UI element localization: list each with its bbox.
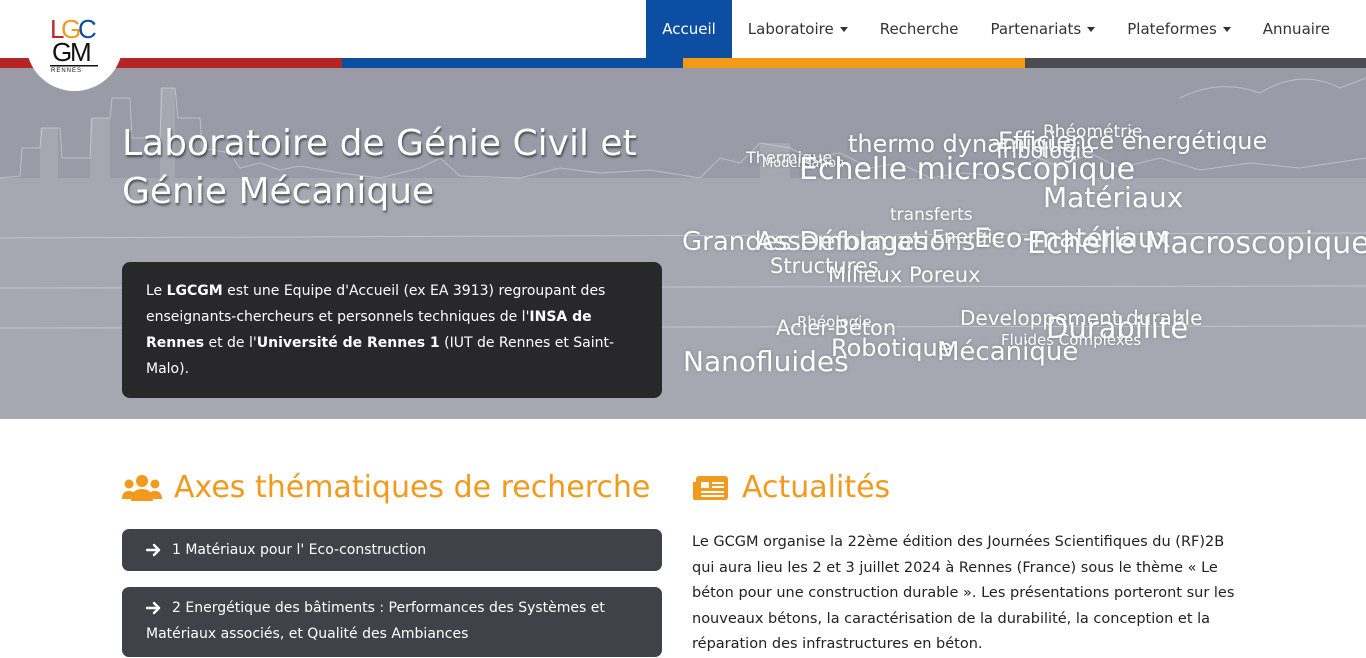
color-stripes (0, 58, 1366, 68)
nav-item-accueil[interactable]: Accueil (646, 0, 732, 58)
axis-item-label: 1 Matériaux pour l' Eco-construction (172, 542, 426, 558)
svg-text:RENNES: RENNES (51, 68, 82, 73)
svg-text:M: M (70, 37, 90, 67)
main-nav: Accueil Laboratoire Recherche Partenariats P… (646, 0, 1346, 58)
news-section-title: Actualités (692, 470, 890, 505)
stripe-orange (683, 58, 1025, 68)
stripe-blue (342, 58, 684, 68)
intro-text: et de l' (204, 335, 257, 351)
dropdown-caret-icon (1223, 27, 1231, 32)
lgcgm-logo[interactable]: L G C G M RENNES (50, 13, 100, 73)
word-cloud-item[interactable]: Nanofluides (683, 348, 849, 376)
word-cloud-item[interactable]: Matériaux (1043, 184, 1183, 212)
page-title: Laboratoire de Génie Civil et Génie Méca… (122, 120, 682, 216)
nav-item-label: Accueil (662, 20, 716, 38)
nav-item-label: Partenariats (990, 20, 1081, 38)
intro-box: Le LGCGM est une Equipe d'Accueil (ex EA… (122, 262, 662, 398)
nav-item-annuaire[interactable]: Annuaire (1247, 0, 1346, 58)
intro-text: Le (146, 283, 167, 299)
axis-item-label: 2 Energétique des bâtiments : Performanc… (146, 600, 605, 642)
svg-text:G: G (52, 37, 71, 67)
users-icon (122, 473, 162, 503)
nav-item-recherche[interactable]: Recherche (864, 0, 975, 58)
word-cloud-item[interactable]: Echelle Macroscopique (1027, 229, 1366, 259)
intro-bold-lgcgm: LGCGM (167, 283, 223, 299)
dropdown-caret-icon (1087, 27, 1095, 32)
nav-item-partenariats[interactable]: Partenariats (974, 0, 1111, 58)
arrow-right-icon (146, 543, 162, 557)
newspaper-icon (692, 474, 730, 502)
news-article-text: Le GCGM organise la 22ème édition des Jo… (692, 530, 1237, 658)
axes-section-title: Axes thématiques de recherche (122, 470, 650, 505)
dropdown-caret-icon (840, 27, 848, 32)
axis-item-2[interactable]: 2 Energétique des bâtiments : Performanc… (122, 587, 662, 657)
axis-item-1[interactable]: 1 Matériaux pour l' Eco-construction (122, 529, 662, 571)
navbar: L G C G M RENNES AccueilLaboratoireReche… (0, 0, 1366, 58)
nav-item-label: Recherche (880, 20, 959, 38)
axes-title-text: Axes thématiques de recherche (174, 470, 650, 505)
word-cloud-item[interactable]: Mécanique (937, 339, 1078, 365)
nav-item-laboratoire[interactable]: Laboratoire (732, 0, 864, 58)
stripe-gray (1025, 58, 1366, 68)
nav-item-label: Plateformes (1127, 20, 1217, 38)
nav-item-plateformes[interactable]: Plateformes (1111, 0, 1247, 58)
word-cloud-item[interactable]: transferts (890, 207, 973, 224)
word-cloud-item[interactable]: Assemblages (756, 229, 928, 255)
hero-banner: Laboratoire de Génie Civil et Génie Méca… (0, 58, 1366, 419)
news-title-text: Actualités (742, 470, 890, 505)
word-cloud-item[interactable]: Robotique (831, 336, 953, 360)
arrow-right-icon (146, 601, 162, 615)
intro-bold-univ: Université de Rennes 1 (257, 335, 440, 351)
nav-item-label: Annuaire (1263, 20, 1330, 38)
nav-item-label: Laboratoire (748, 20, 834, 38)
word-cloud-item[interactable]: Milieux Poreux (828, 265, 981, 286)
